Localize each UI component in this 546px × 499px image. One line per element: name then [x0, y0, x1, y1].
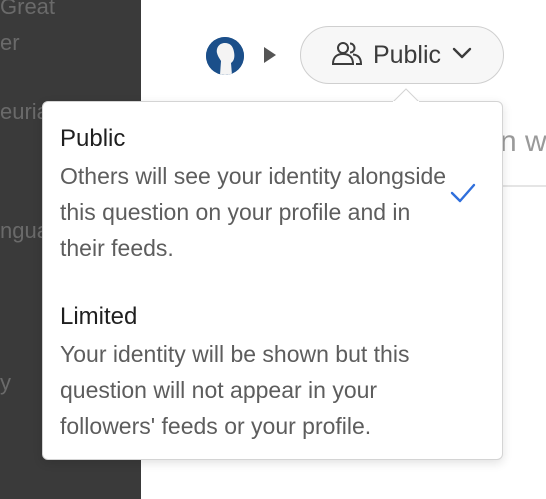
audience-select-button[interactable]: Public — [300, 26, 504, 84]
avatar[interactable] — [206, 37, 244, 75]
checkmark-icon — [450, 183, 476, 203]
option-description: Others will see your identity alongside … — [60, 163, 447, 261]
chevron-down-icon — [451, 46, 473, 65]
screen: Great er euria ngua y Public n w Public … — [0, 0, 546, 499]
option-public[interactable]: Public Others will see your identity alo… — [60, 124, 460, 266]
option-limited[interactable]: Limited Your identity will be shown but … — [60, 302, 460, 444]
sidebar-text-fragment[interactable]: er — [0, 30, 20, 56]
caret-right-icon — [264, 47, 276, 63]
question-input-fragment[interactable]: n w — [500, 125, 546, 159]
option-title: Public — [60, 125, 126, 152]
sidebar-text-fragment[interactable]: Great — [0, 0, 55, 20]
audience-label: Public — [372, 40, 442, 69]
popover-arrow — [393, 88, 419, 102]
avatar-image — [206, 37, 244, 75]
audience-popover: Public Others will see your identity alo… — [42, 101, 503, 460]
people-icon — [331, 40, 363, 71]
option-title: Limited — [60, 303, 138, 330]
option-description: Your identity will be shown but this que… — [60, 341, 410, 439]
sidebar-text-fragment[interactable]: y — [0, 370, 11, 396]
